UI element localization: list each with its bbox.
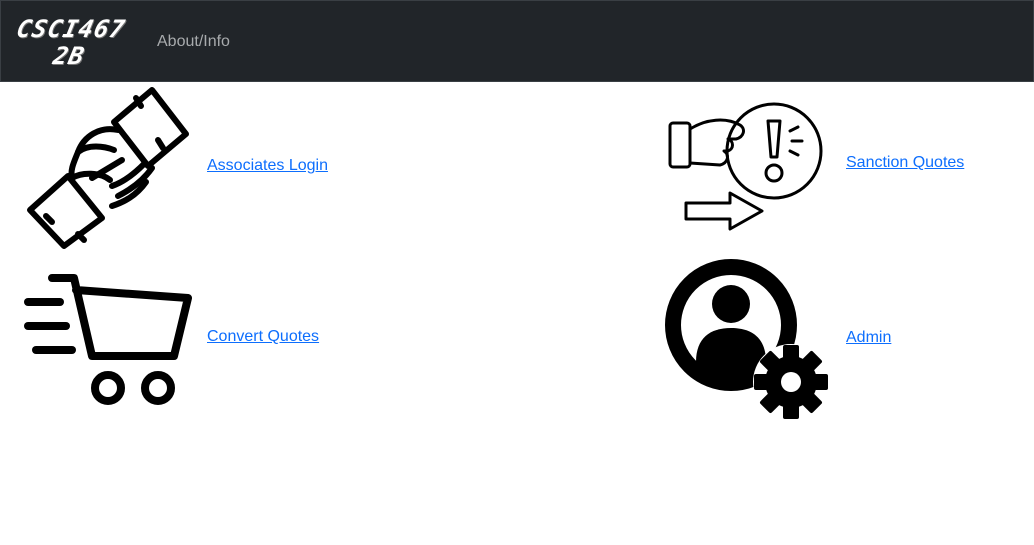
user-gear-icon[interactable]	[664, 258, 830, 420]
admin-link[interactable]: Admin	[846, 329, 891, 347]
about-info-link[interactable]: About/Info	[157, 33, 230, 51]
sanction-quotes-link[interactable]: Sanction Quotes	[846, 154, 964, 172]
brand-logo-line2: 2B	[50, 42, 88, 70]
associates-login-link[interactable]: Associates Login	[207, 157, 328, 175]
shopping-cart-icon[interactable]	[24, 272, 192, 408]
handshake-icon[interactable]	[26, 86, 192, 250]
brand-logo[interactable]: CSCI467 2B	[9, 15, 133, 71]
convert-quotes-link[interactable]: Convert Quotes	[207, 328, 319, 346]
hand-alert-arrow-icon[interactable]	[668, 101, 826, 233]
brand-logo-line1: CSCI467	[13, 15, 129, 43]
top-navbar: CSCI467 2B About/Info	[0, 0, 1034, 82]
